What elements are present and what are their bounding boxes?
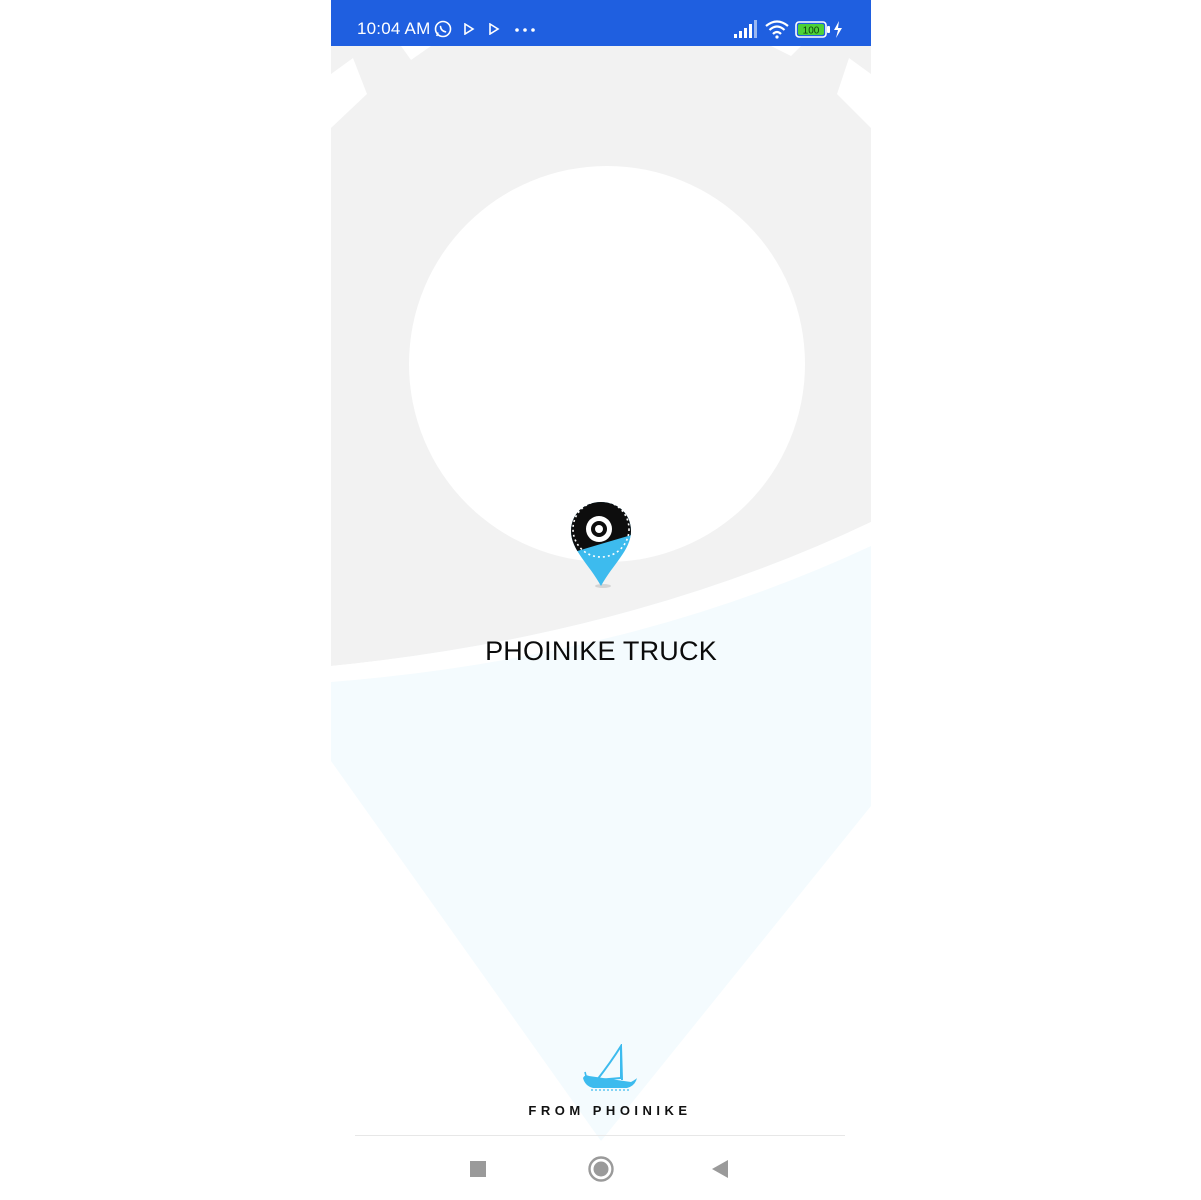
wifi-icon: [765, 20, 789, 39]
app-logo-pin-icon: [571, 500, 631, 588]
status-time: 10:04 AM: [357, 19, 431, 38]
app-title: PHOINIKE TRUCK: [485, 636, 717, 666]
more-dots-icon: [515, 28, 535, 32]
battery-icon: 100: [795, 21, 830, 38]
phone-screen: 10:04 AM 100 PHOINIKE TRUCK FROM PHOINIK…: [331, 0, 871, 1200]
charging-bolt-icon: [834, 21, 842, 38]
splash-background: [331, 46, 871, 1141]
status-bar: 10:04 AM 100: [331, 0, 871, 46]
play-icon: [489, 23, 500, 35]
signal-icon: [734, 20, 757, 38]
home-circle-icon[interactable]: [587, 1155, 615, 1183]
recents-square-icon[interactable]: [469, 1160, 487, 1178]
whatsapp-icon: [434, 20, 452, 38]
back-triangle-icon[interactable]: [711, 1159, 729, 1179]
footer-brand-text: FROM PHOINIKE: [528, 1103, 692, 1118]
battery-level: 100: [803, 26, 820, 37]
phoinike-ship-logo-icon: [583, 1044, 637, 1091]
system-nav-bar: [355, 1135, 845, 1200]
play-icon: [464, 23, 475, 35]
